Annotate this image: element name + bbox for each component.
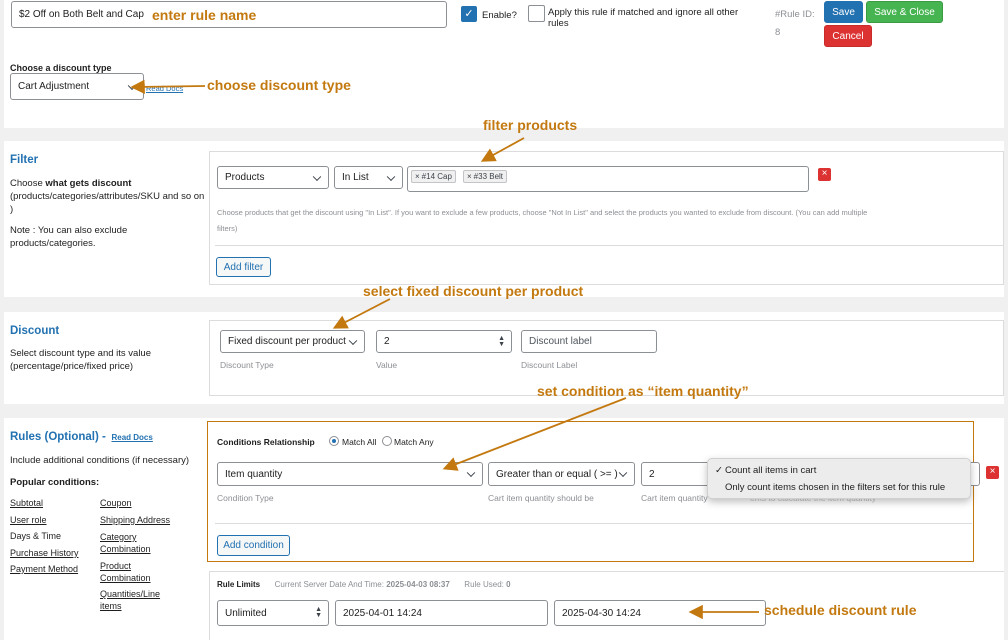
discount-type-docs-link[interactable]: Read Docs xyxy=(146,84,183,93)
annotation-choose-discount-type: choose discount type xyxy=(207,77,351,93)
rules-description: Include additional conditions (if necess… xyxy=(10,455,190,466)
enable-label: Enable? xyxy=(482,10,517,21)
value-stepper-icon[interactable]: ▲ ▼ xyxy=(498,335,505,348)
rules-title-row: Rules (Optional) - Read Docs xyxy=(10,431,153,443)
match-all-label: Match All xyxy=(342,437,377,447)
condition-type-value: Item quantity xyxy=(225,468,283,480)
end-date-input[interactable]: 2025-04-30 14:24 xyxy=(554,600,766,626)
rules-title: Rules (Optional) - xyxy=(10,431,106,443)
rules-docs-link[interactable]: Read Docs xyxy=(111,433,152,442)
cancel-button[interactable]: Cancel xyxy=(824,25,872,47)
conditions-relationship-label: Conditions Relationship xyxy=(217,437,315,447)
operator-caption: Cart item quantity should be xyxy=(488,493,594,503)
cond-link-purchase-history[interactable]: Purchase History xyxy=(10,548,79,558)
filter-help-1: Choose products that get the discount us… xyxy=(217,208,868,217)
filter-desc-prefix: Choose xyxy=(10,178,46,189)
match-all-radio[interactable] xyxy=(329,436,339,446)
filter-method-select[interactable]: In List xyxy=(334,166,403,189)
discount-description: Select discount type and its value (perc… xyxy=(10,348,152,372)
apply-only-checkbox[interactable] xyxy=(528,5,545,22)
discount-type-select[interactable]: Cart Adjustment xyxy=(10,73,144,100)
rule-id-value: 8 xyxy=(775,27,781,38)
save-close-button[interactable]: Save & Close xyxy=(866,1,943,23)
filter-divider xyxy=(215,245,1004,246)
quantity-value: 2 xyxy=(649,468,655,480)
server-time-value: 2025-04-03 08:37 xyxy=(386,580,450,589)
filter-type-select[interactable]: Products xyxy=(217,166,329,189)
discount-label-input[interactable]: Discount label xyxy=(521,330,657,353)
operator-select[interactable]: Greater than or equal ( >= ) xyxy=(488,462,635,486)
annotation-select-fixed: select fixed discount per product xyxy=(363,283,584,299)
apply-only-label-1: Apply this rule if matched and ignore al… xyxy=(548,7,739,18)
discount-label-placeholder: Discount label xyxy=(529,336,592,347)
dropdown-option-filtered-items[interactable]: Only count items chosen in the filters s… xyxy=(725,482,945,493)
cond-link-shipping-address[interactable]: Shipping Address xyxy=(100,515,170,525)
discount-type-value: Cart Adjustment xyxy=(18,81,90,92)
discount-type-label: Choose a discount type xyxy=(10,63,112,73)
discount-title: Discount xyxy=(10,325,60,337)
discount-value-caption: Value xyxy=(376,360,398,370)
start-date-value: 2025-04-01 14:24 xyxy=(343,607,422,619)
discount-label-caption: Discount Label xyxy=(521,360,578,370)
condition-type-caption: Condition Type xyxy=(217,493,274,503)
discount-type-selected: Fixed discount per product xyxy=(228,336,346,347)
cond-link-user-role[interactable]: User role xyxy=(10,515,47,525)
rule-name-value: $2 Off on Both Belt and Cap xyxy=(19,9,144,20)
rule-used-value: 0 xyxy=(506,580,511,589)
cond-link-coupon[interactable]: Coupon xyxy=(100,498,132,508)
cond-link-days-time[interactable]: Days & Time xyxy=(10,531,61,541)
dropdown-option-all-items[interactable]: Count all items in cart xyxy=(725,465,816,476)
usage-stepper-icon[interactable]: ▲ ▼ xyxy=(315,606,322,619)
rule-id-label: #Rule ID: xyxy=(775,9,815,20)
annotation-enter-rule-name: enter rule name xyxy=(152,7,257,23)
start-date-input[interactable]: 2025-04-01 14:24 xyxy=(335,600,548,626)
cond-link-payment-method[interactable]: Payment Method xyxy=(10,564,78,574)
filter-help-2: filters) xyxy=(217,224,238,233)
product-tag-belt[interactable]: × #33 Belt xyxy=(463,170,508,183)
product-tag-belt-label: #33 Belt xyxy=(473,172,504,181)
usage-limit-select[interactable]: Unlimited ▲ ▼ xyxy=(217,600,329,626)
annotation-filter-products: filter products xyxy=(483,117,578,133)
popular-conditions-label: Popular conditions: xyxy=(10,477,100,488)
discount-type-value-select[interactable]: Fixed discount per product xyxy=(220,330,365,353)
filter-description: Choose what gets discount (products/cate… xyxy=(10,177,206,216)
add-filter-button[interactable]: Add filter xyxy=(216,257,271,277)
operator-value: Greater than or equal ( >= ) xyxy=(496,468,618,480)
rule-limits-title: Rule Limits xyxy=(217,580,261,589)
cond-link-product-combination[interactable]: Product Combination xyxy=(100,560,162,584)
match-any-radio[interactable] xyxy=(382,436,392,446)
filter-type-value: Products xyxy=(225,172,265,183)
cond-link-quantities[interactable]: Quantities/Line items xyxy=(100,588,170,612)
filter-desc-bold: what gets discount xyxy=(45,178,132,189)
discount-type-caption: Discount Type xyxy=(220,360,274,370)
apply-only-label-2: rules xyxy=(548,18,569,29)
product-tag-cap-label: #14 Cap xyxy=(421,172,452,181)
enable-checkbox[interactable]: ✓ xyxy=(461,6,477,22)
remove-filter-icon[interactable]: × xyxy=(818,168,831,181)
product-tag-cap[interactable]: × #14 Cap xyxy=(411,170,456,183)
filter-desc-rest: (products/categories/attributes/SKU and … xyxy=(10,191,205,215)
filter-title: Filter xyxy=(10,154,39,166)
condition-type-select[interactable]: Item quantity xyxy=(217,462,483,486)
filter-note: Note : You can also exclude products/cat… xyxy=(10,225,128,249)
annotation-schedule: schedule discount rule xyxy=(764,602,917,618)
annotation-set-condition: set condition as “item quantity” xyxy=(537,383,749,399)
discount-value: 2 xyxy=(384,336,390,347)
usage-limit-value: Unlimited xyxy=(225,607,267,619)
save-button[interactable]: Save xyxy=(824,1,863,23)
rule-limits-header: Rule Limits Current Server Date And Time… xyxy=(217,580,511,589)
discount-value-input[interactable]: 2 ▲ ▼ xyxy=(376,330,512,353)
dropdown-check-icon: ✓ xyxy=(715,465,723,476)
quantity-caption: Cart item quantity xyxy=(641,493,708,503)
add-condition-button[interactable]: Add condition xyxy=(217,535,290,556)
cond-link-subtotal[interactable]: Subtotal xyxy=(10,498,43,508)
remove-condition-icon[interactable]: × xyxy=(986,466,999,479)
rule-used-label: Rule Used: xyxy=(464,580,504,589)
match-any-label: Match Any xyxy=(394,437,434,447)
end-date-value: 2025-04-30 14:24 xyxy=(562,607,641,619)
server-time-label: Current Server Date And Time: xyxy=(274,580,384,589)
conditions-divider xyxy=(215,523,972,524)
filter-method-value: In List xyxy=(342,172,369,183)
cond-link-category-combination[interactable]: Category Combination xyxy=(100,531,162,555)
